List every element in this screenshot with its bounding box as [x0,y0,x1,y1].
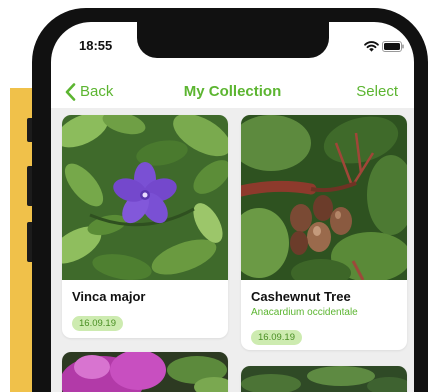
plant-name: Cashewnut Tree [251,289,351,304]
back-button[interactable]: Back [65,83,113,101]
phone-notch [137,22,329,58]
page-title: My Collection [183,83,282,100]
date-badge: 16.09.19 [251,330,302,345]
phone-frame: 18:55 Back My Collection Select Vinca ma… [32,8,428,392]
select-button[interactable]: Select [356,83,398,101]
badge-row: 16.09.19 [62,305,228,331]
plant-scientific-name: Anacardium occidentale [251,307,358,318]
plant-card[interactable] [241,366,407,392]
plant-photo [62,115,228,280]
back-label: Back [80,83,114,100]
wifi-icon [364,41,379,52]
plant-card[interactable]: Cashewnut Tree Anacardium occidentale 16… [241,115,407,350]
date-badge: 16.09.19 [72,316,123,331]
plant-card[interactable]: Vinca major 16.09.19 [62,115,228,338]
phone-screen: 18:55 Back My Collection Select Vinca ma… [51,22,414,392]
plant-photo [241,115,407,280]
battery-icon [382,41,404,52]
navigation-bar: Back My Collection Select [51,78,414,108]
chevron-left-icon [65,83,76,101]
collection-grid: Vinca major 16.09.19 Cashewnut Tree Anac… [51,108,414,392]
badge-row: 16.09.19 [241,319,407,345]
status-time: 18:55 [79,38,113,53]
plant-name: Vinca major [72,289,146,304]
plant-card[interactable] [62,352,228,392]
page: 18:55 Back My Collection Select Vinca ma… [0,0,430,392]
plant-photo [62,352,228,392]
plant-photo [241,366,407,392]
